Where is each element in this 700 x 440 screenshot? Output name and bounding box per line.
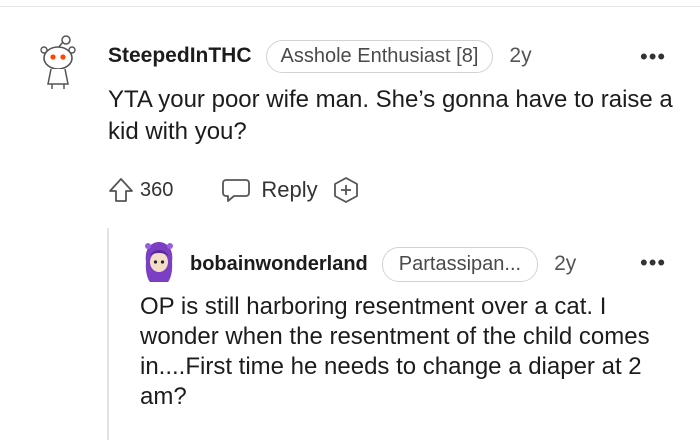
comment-actions: 360 Reply (108, 172, 360, 208)
thread-line[interactable] (107, 228, 109, 440)
award-button[interactable] (332, 176, 360, 204)
comment-body: OP is still harboring resentment over a … (140, 293, 650, 410)
vote-count: 360 (140, 178, 174, 201)
add-award-icon (333, 177, 358, 203)
user-flair: Asshole Enthusiast [8] (265, 39, 494, 73)
more-options-icon[interactable]: ••• (640, 46, 666, 68)
reply-label: Reply (261, 177, 318, 202)
top-divider (0, 6, 700, 7)
more-options-icon[interactable]: ••• (640, 252, 666, 274)
reply-button[interactable]: Reply (221, 177, 318, 203)
username-link[interactable]: bobainwonderland (190, 253, 368, 276)
comment-header: bobainwonderland Partassipan... 2y (190, 246, 576, 282)
upvote-arrow-icon (109, 178, 133, 202)
timestamp[interactable]: 2y (554, 252, 576, 276)
snoo-avatar-icon[interactable] (36, 34, 80, 90)
username-link[interactable]: SteepedInTHC (108, 44, 252, 68)
comment-body: YTA your poor wife man. She’s gonna have… (108, 86, 673, 145)
speech-bubble-icon (222, 179, 251, 202)
comment-header: SteepedInTHC Asshole Enthusiast [8] 2y (108, 39, 532, 73)
purple-avatar-icon[interactable] (142, 240, 176, 284)
user-flair: Partassipan... (381, 246, 539, 282)
timestamp[interactable]: 2y (509, 44, 531, 68)
upvote-button[interactable] (108, 177, 134, 203)
